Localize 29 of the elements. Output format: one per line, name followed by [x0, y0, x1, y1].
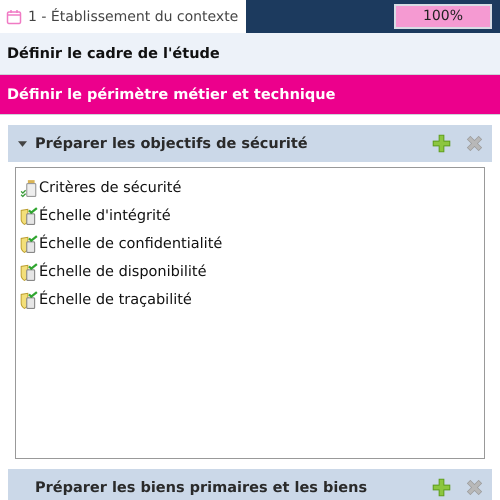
section-title: Préparer les biens primaires et les biens: [35, 480, 368, 496]
item-label: Critères de sécurité: [39, 180, 182, 196]
list-item[interactable]: Échelle de confidentialité: [20, 230, 480, 258]
section-title: Préparer les objectifs de sécurité: [35, 136, 309, 152]
list-item[interactable]: Échelle de disponibilité: [20, 258, 480, 286]
checklist-jar-icon: [20, 178, 38, 198]
step-item[interactable]: Définir le périmètre métier et technique: [0, 75, 500, 115]
add-icon[interactable]: [432, 478, 451, 497]
context-tab[interactable]: 1 - Établissement du contexte: [0, 0, 246, 33]
add-icon[interactable]: [432, 134, 451, 153]
step-item[interactable]: Définir le cadre de l'étude: [0, 33, 500, 75]
close-icon[interactable]: [465, 134, 484, 153]
calendar-icon: [6, 8, 22, 24]
progress-reading: 100%: [422, 7, 464, 26]
item-label: Échelle de confidentialité: [39, 236, 222, 252]
expand-arrow-icon[interactable]: [18, 140, 27, 146]
section-header[interactable]: Préparer les objectifs de sécurité: [8, 125, 492, 162]
list-item[interactable]: Échelle d'intégrité: [20, 202, 480, 230]
list-item[interactable]: Échelle de traçabilité: [20, 286, 480, 314]
shield-check-icon: [20, 234, 38, 254]
shield-check-icon: [20, 206, 38, 226]
item-label: Échelle d'intégrité: [39, 208, 171, 224]
item-label: Échelle de traçabilité: [39, 292, 192, 308]
item-label: Échelle de disponibilité: [39, 264, 207, 280]
close-icon[interactable]: [465, 478, 484, 497]
shield-check-icon: [20, 290, 38, 310]
section-header[interactable]: Préparer les biens primaires et les biens: [8, 469, 492, 500]
list-item[interactable]: Critères de sécurité: [20, 174, 480, 202]
shield-check-icon: [20, 262, 38, 282]
